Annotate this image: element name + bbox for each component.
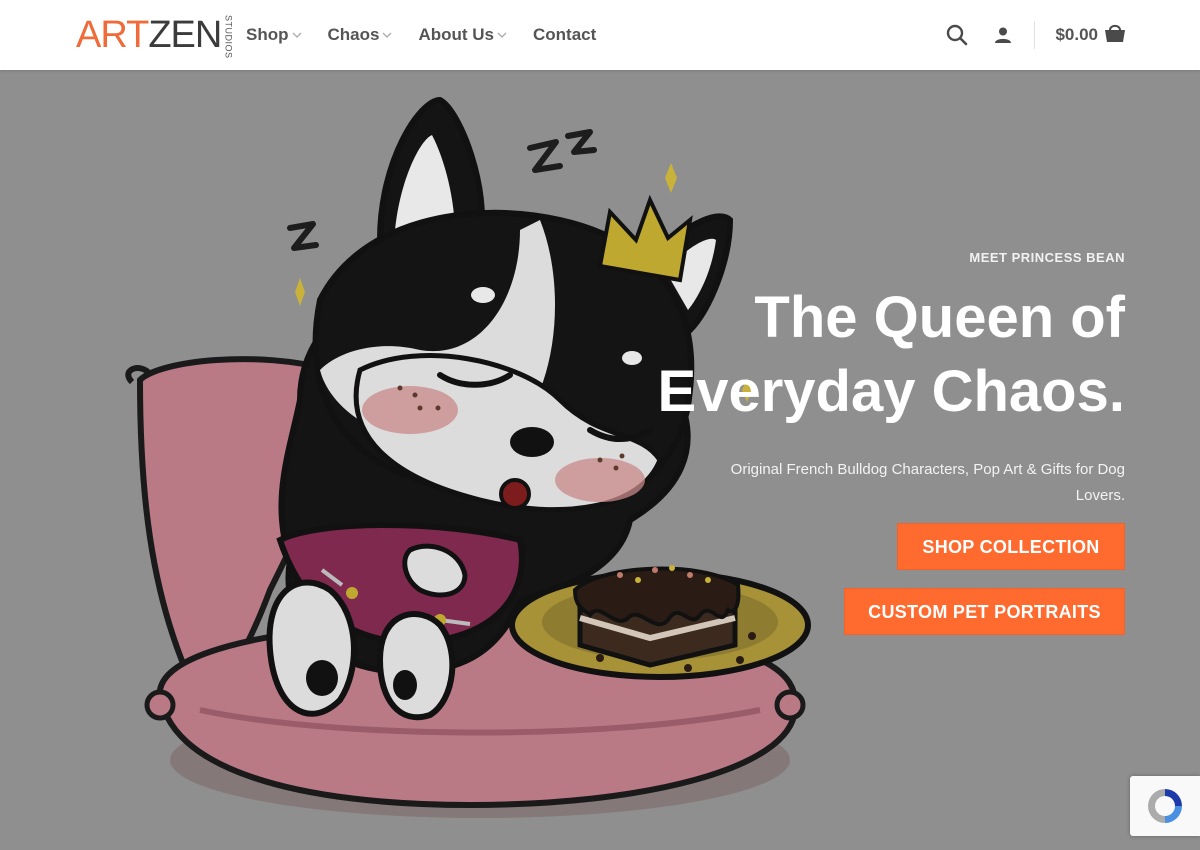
user-icon[interactable] bbox=[992, 24, 1014, 46]
hero-text-block: MEET PRINCESS BEAN The Queen of Everyday… bbox=[565, 250, 1125, 509]
chevron-down-icon bbox=[382, 30, 392, 40]
nav-item-chaos[interactable]: Chaos bbox=[328, 25, 393, 45]
hero-banner: MEET PRINCESS BEAN The Queen of Everyday… bbox=[0, 70, 1200, 850]
cart-amount: $0.00 bbox=[1055, 25, 1098, 44]
nav-item-label: Shop bbox=[246, 25, 289, 44]
shop-collection-button[interactable]: SHOP COLLECTION bbox=[897, 523, 1125, 570]
header-divider bbox=[1034, 21, 1036, 49]
recaptcha-icon bbox=[1148, 789, 1182, 823]
custom-pet-portraits-button[interactable]: CUSTOM PET PORTRAITS bbox=[844, 588, 1125, 635]
recaptcha-badge[interactable] bbox=[1130, 776, 1200, 836]
nav-item-about-us[interactable]: About Us bbox=[418, 25, 507, 45]
site-header: ARTZEN STUDIOS Shop Chaos About Us Conta… bbox=[0, 0, 1200, 70]
nav-item-label: Contact bbox=[533, 25, 597, 44]
cart-button[interactable]: $0.00 bbox=[1055, 23, 1126, 48]
hero-headline-line-2: Everyday Chaos. bbox=[657, 359, 1125, 424]
search-icon[interactable] bbox=[945, 23, 969, 47]
artzen-logo[interactable]: ARTZEN STUDIOS bbox=[76, 14, 234, 59]
nav-item-label: Chaos bbox=[327, 25, 380, 44]
logo-wordmark: ARTZEN bbox=[76, 14, 222, 56]
chevron-down-icon bbox=[497, 30, 507, 40]
hero-headline: The Queen of Everyday Chaos. bbox=[565, 281, 1125, 429]
nav-item-contact[interactable]: Contact bbox=[533, 25, 596, 45]
hero-headline-line-1: The Queen of bbox=[754, 285, 1125, 350]
nav-item-label: About Us bbox=[418, 25, 495, 44]
hero-eyebrow: MEET PRINCESS BEAN bbox=[969, 250, 1125, 265]
main-nav: Shop Chaos About Us Contact bbox=[246, 0, 622, 70]
hero-subline: Original French Bulldog Characters, Pop … bbox=[730, 461, 1125, 504]
chevron-down-icon bbox=[292, 30, 302, 40]
logo-subtitle: STUDIOS bbox=[223, 15, 234, 59]
nav-item-shop[interactable]: Shop bbox=[246, 25, 302, 45]
shopping-bag-icon bbox=[1104, 23, 1126, 48]
header-actions: $0.00 bbox=[945, 0, 1126, 70]
